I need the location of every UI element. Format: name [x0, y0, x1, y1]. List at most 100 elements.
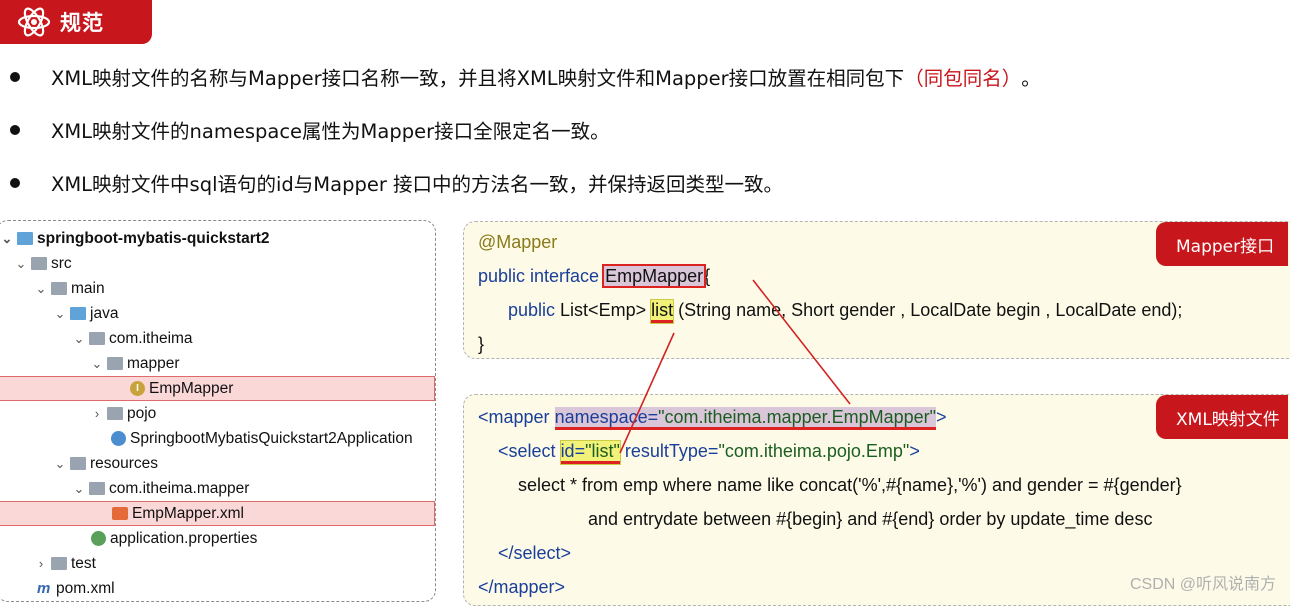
method-name: list: [650, 299, 675, 324]
return-type: List<Emp>: [560, 300, 647, 320]
xml-tag-end: >: [936, 407, 947, 427]
tree-node-label: SpringbootMybatisQuickstart2Application: [130, 429, 413, 447]
tree-node-label: test: [71, 554, 96, 572]
mapper-code-panel: Mapper接口 @Mapper public interface EmpMap…: [463, 221, 1290, 359]
id-attribute: id="list": [559, 440, 621, 465]
bullet-text: XML映射文件中sql语句的id与Mapper 接口中的方法名一致，并保持返回类…: [51, 173, 784, 196]
tree-node-label: springboot-mybatis-quickstart2: [37, 229, 270, 247]
package-icon: [107, 357, 123, 370]
chevron-down-icon[interactable]: ⌄: [52, 456, 68, 472]
chevron-down-icon[interactable]: ⌄: [0, 231, 15, 247]
code-line: </mapper>: [478, 577, 565, 598]
tree-node-properties[interactable]: application.properties: [0, 526, 435, 551]
tree-node-pojo[interactable]: › pojo: [0, 401, 435, 426]
chevron-down-icon[interactable]: ⌄: [89, 356, 105, 372]
watermark: CSDN @听风说南方: [1129, 576, 1276, 593]
keyword: public interface: [478, 266, 600, 286]
interface-icon: I: [130, 381, 145, 396]
tree-node-package[interactable]: ⌄ com.itheima: [0, 326, 435, 351]
tree-node-label: EmpMapper: [149, 379, 234, 397]
brace: {: [704, 266, 711, 286]
chevron-down-icon[interactable]: ⌄: [71, 481, 87, 497]
xml-tag-name: <mapper: [478, 407, 550, 427]
attr-value: "com.itheima.pojo.Emp": [718, 441, 910, 461]
xml-close-tag: </mapper>: [478, 577, 566, 597]
tree-node-src[interactable]: ⌄ src: [0, 251, 435, 276]
xml-tag-end: >: [909, 441, 920, 461]
code-line: }: [478, 334, 484, 355]
chevron-down-icon[interactable]: ⌄: [52, 306, 68, 322]
annotation: @Mapper: [478, 232, 558, 252]
chevron-down-icon[interactable]: ⌄: [33, 281, 49, 297]
tree-node-resources[interactable]: ⌄ resources: [0, 451, 435, 476]
tree-node-label: java: [90, 304, 119, 322]
tree-node-label: src: [51, 254, 72, 272]
tree-node-main[interactable]: ⌄ main: [0, 276, 435, 301]
sql-line: and entrydate between #{begin} and #{end…: [588, 509, 1153, 529]
namespace-attribute: namespace="com.itheima.mapper.EmpMapper": [554, 407, 937, 430]
tree-node-label: mapper: [127, 354, 180, 372]
page-title: 规范: [60, 11, 104, 35]
xml-tag: XML映射文件: [1156, 395, 1288, 439]
tree-node-label: main: [71, 279, 105, 297]
attr-value: "list": [585, 441, 620, 461]
bullet-item: XML映射文件中sql语句的id与Mapper 接口中的方法名一致，并保持返回类…: [10, 168, 783, 197]
tree-node-label: pojo: [127, 404, 157, 422]
resources-folder-icon: [70, 457, 86, 470]
tree-node-label: EmpMapper.xml: [132, 504, 244, 522]
xml-close-tag: </select>: [498, 543, 572, 563]
tree-node-test[interactable]: › test: [0, 551, 435, 576]
module-folder-icon: [17, 232, 33, 245]
tree-node-resource-package[interactable]: ⌄ com.itheima.mapper: [0, 476, 435, 501]
header-banner: 规范: [0, 0, 152, 44]
attr-name: id=: [560, 441, 586, 461]
properties-file-icon: [91, 531, 106, 546]
chevron-down-icon[interactable]: ⌄: [71, 331, 87, 347]
source-folder-icon: [70, 307, 86, 320]
xml-file-icon: [112, 507, 128, 520]
package-icon: [89, 332, 105, 345]
tree-node-java[interactable]: ⌄ java: [0, 301, 435, 326]
attr-name: resultType=: [624, 441, 719, 461]
code-line: </select>: [498, 543, 571, 564]
tree-node-label: pom.xml: [56, 579, 115, 597]
sql-line: select * from emp where name like concat…: [518, 475, 1182, 495]
folder-icon: [31, 257, 47, 270]
bullet-item: XML映射文件的namespace属性为Mapper接口全限定名一致。: [10, 115, 610, 144]
tree-node-empmapper-xml[interactable]: EmpMapper.xml: [0, 501, 435, 526]
bullet-text: XML映射文件的namespace属性为Mapper接口全限定名一致。: [51, 120, 610, 143]
attr-name: namespace=: [554, 407, 659, 427]
attr-value: "com.itheima.mapper.EmpMapper": [658, 407, 937, 427]
bullet-highlight: （同包同名）: [904, 67, 1022, 90]
tree-node-mapper[interactable]: ⌄ mapper: [0, 351, 435, 376]
tree-node-empmapper[interactable]: I EmpMapper: [0, 376, 435, 401]
brace: }: [478, 334, 485, 354]
code-line: public List<Emp> list (String name, Shor…: [508, 299, 1183, 324]
bullet-item: XML映射文件的名称与Mapper接口名称一致，并且将XML映射文件和Mappe…: [10, 62, 1041, 91]
bullet-dot: [10, 177, 20, 188]
code-line: <mapper namespace="com.itheima.mapper.Em…: [478, 407, 947, 430]
mapper-tag: Mapper接口: [1156, 222, 1288, 266]
chevron-right-icon[interactable]: ›: [33, 556, 49, 571]
bullet-dot: [10, 124, 20, 135]
folder-icon: [51, 557, 67, 570]
keyword: public: [508, 300, 556, 320]
method-params: (String name, Short gender , LocalDate b…: [678, 300, 1183, 320]
bullet-dot: [10, 71, 20, 82]
tree-node-label: com.itheima.mapper: [109, 479, 250, 497]
project-tree: ⌄ springboot-mybatis-quickstart2 ⌄ src ⌄ ma…: [0, 220, 436, 602]
maven-icon: m: [37, 580, 51, 597]
chevron-right-icon[interactable]: ›: [89, 406, 105, 421]
tree-node-project[interactable]: ⌄ springboot-mybatis-quickstart2: [0, 226, 435, 251]
folder-icon: [51, 282, 67, 295]
package-icon: [107, 407, 123, 420]
bullet-tail: 。: [1021, 67, 1041, 90]
tree-node-pom[interactable]: m pom.xml: [0, 576, 435, 601]
tree-node-application-class[interactable]: SpringbootMybatisQuickstart2Application: [0, 426, 435, 451]
xml-tag-name: <select: [498, 441, 556, 461]
atom-icon: [17, 7, 51, 37]
spring-class-icon: [111, 431, 126, 446]
code-line: <select id="list" resultType="com.itheim…: [498, 440, 920, 465]
interface-name: EmpMapper: [602, 264, 707, 288]
chevron-down-icon[interactable]: ⌄: [13, 256, 29, 272]
